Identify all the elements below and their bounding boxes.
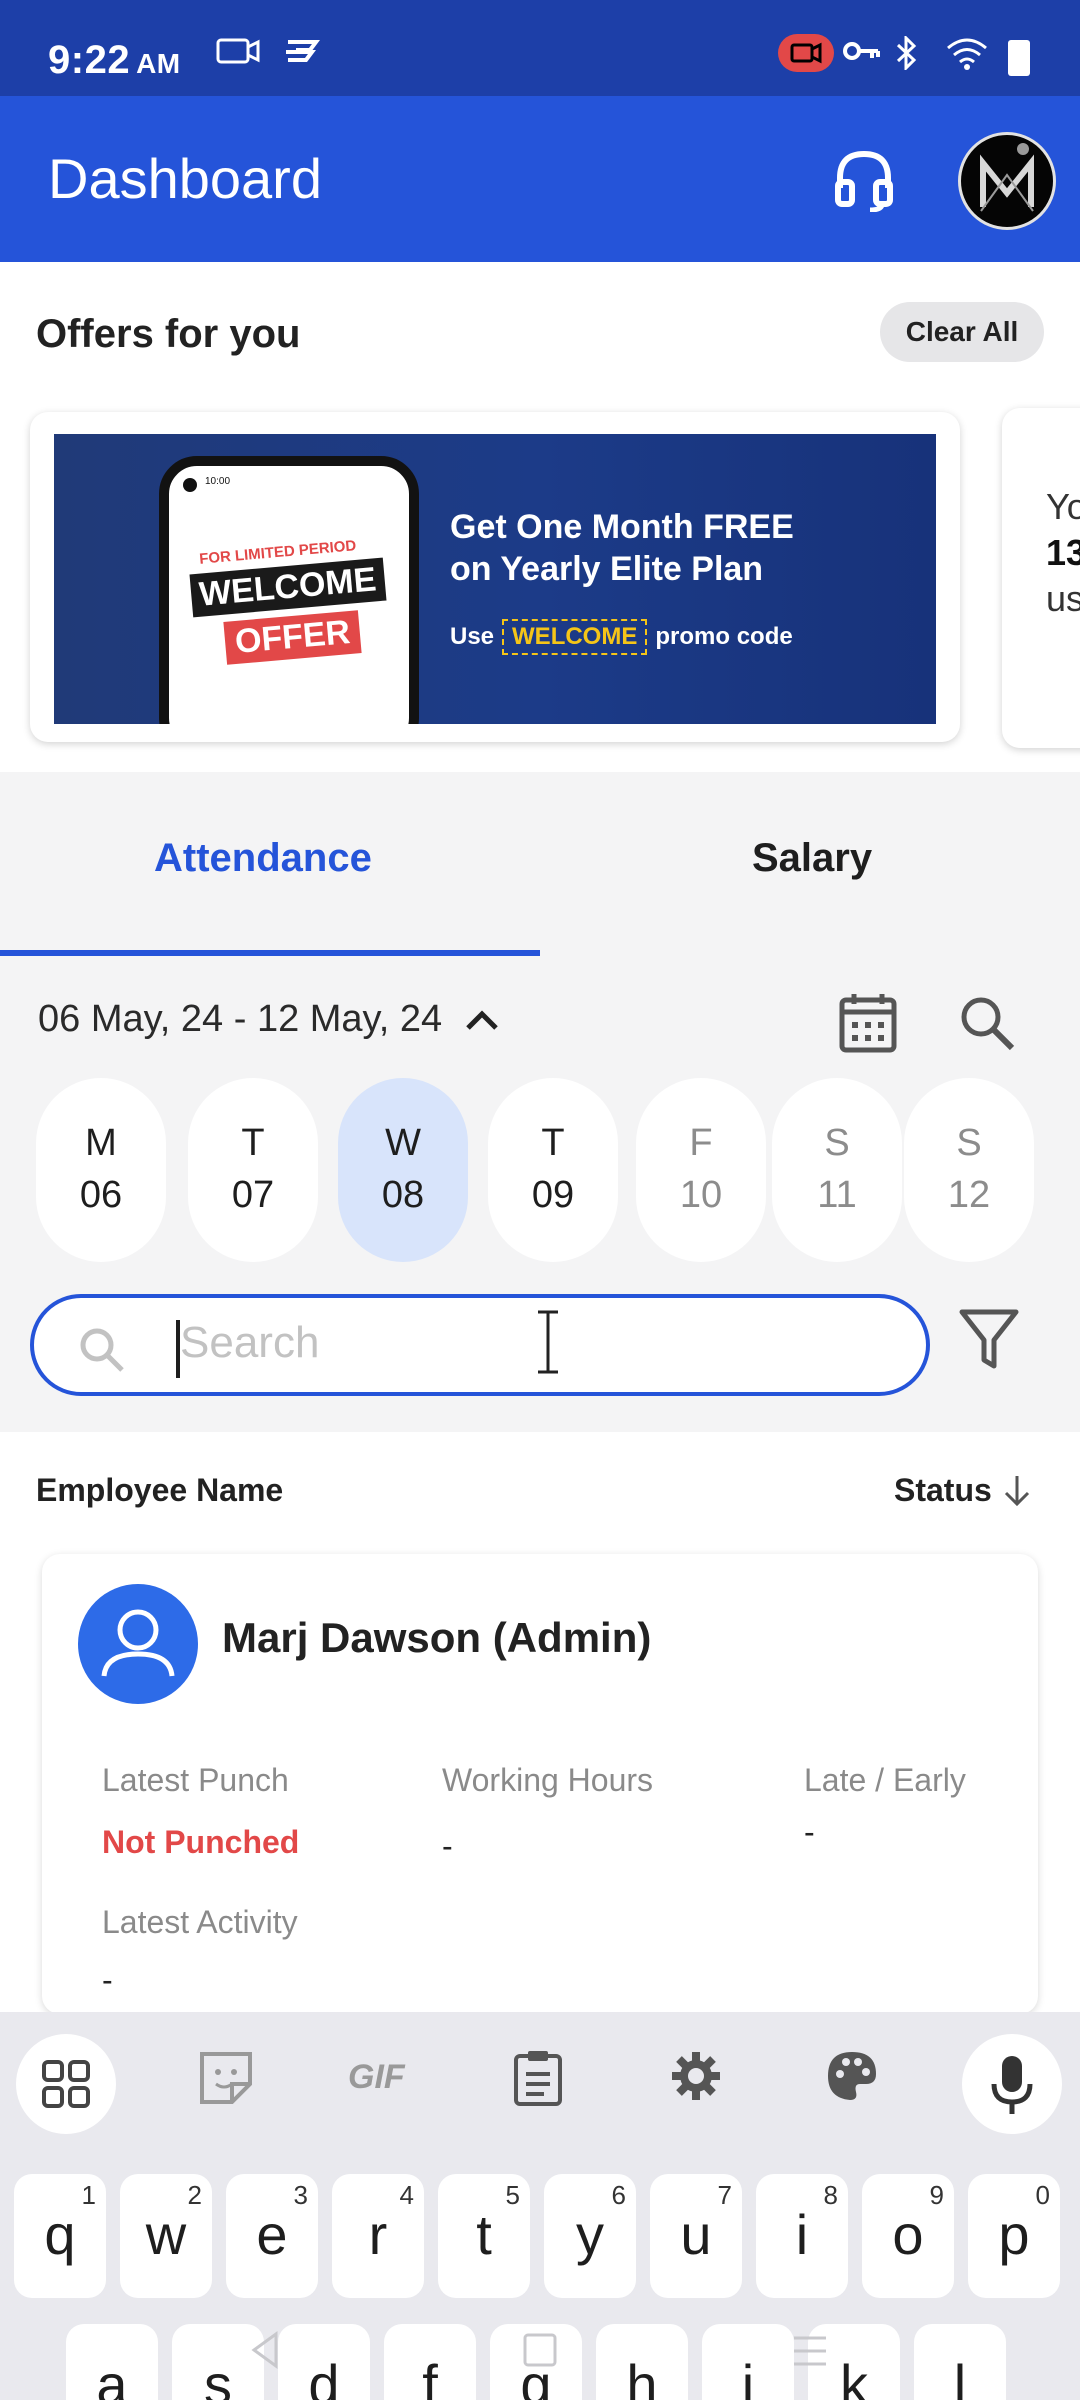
bluetooth-icon [896, 36, 917, 70]
ibeam-cursor-icon [538, 1310, 558, 1374]
calendar-icon[interactable] [838, 990, 898, 1054]
latest-activity-label: Latest Activity [102, 1904, 298, 1940]
search-placeholder: Search [180, 1318, 320, 1367]
palette-icon[interactable] [824, 2048, 880, 2104]
key-e[interactable]: 3e [226, 2174, 318, 2298]
key-y[interactable]: 6y [544, 2174, 636, 2298]
page-title: Dashboard [48, 147, 322, 210]
screen-record-icon [216, 38, 260, 64]
sticker-icon[interactable] [196, 2048, 256, 2108]
day-chip-mon[interactable]: M 06 [36, 1078, 166, 1262]
day-chip-thu[interactable]: T 09 [488, 1078, 618, 1262]
key-i[interactable]: 8i [756, 2174, 848, 2298]
key-d[interactable]: d [278, 2324, 370, 2400]
clock: 9:22 AM [48, 38, 181, 82]
offer-label: OFFER [223, 610, 362, 665]
employee-list: Employee Name Status Marj Dawson (Admin)… [0, 1432, 1080, 2014]
tab-attendance[interactable]: Attendance [154, 836, 372, 881]
clear-all-button[interactable]: Clear All [880, 302, 1044, 362]
mic-icon [991, 2056, 1033, 2114]
day-chip-tue[interactable]: T 07 [188, 1078, 318, 1262]
employee-card[interactable]: Marj Dawson (Admin) Latest Punch Not Pun… [42, 1554, 1038, 2014]
working-hours-value: - [442, 1828, 453, 1864]
day-chip-sun[interactable]: S 12 [904, 1078, 1034, 1262]
working-hours-label: Working Hours [442, 1762, 654, 1798]
clipboard-icon[interactable] [510, 2048, 566, 2108]
promo-code: WELCOME [502, 619, 648, 655]
key-q[interactable]: 1q [14, 2174, 106, 2298]
key-w[interactable]: 2w [120, 2174, 212, 2298]
support-headset-icon[interactable] [832, 148, 896, 212]
offer-card[interactable]: 10:00 FOR LIMITED PERIOD WELCOME OFFER G… [30, 412, 960, 742]
key-t[interactable]: 5t [438, 2174, 530, 2298]
profile-avatar[interactable] [958, 132, 1056, 230]
offer-banner[interactable]: 10:00 FOR LIMITED PERIOD WELCOME OFFER G… [54, 434, 936, 724]
nav-recents-icon[interactable] [790, 2334, 830, 2368]
tab-bar: Attendance Salary [0, 772, 1080, 958]
search-icon[interactable] [958, 994, 1016, 1052]
arrow-down-icon [1004, 1475, 1029, 1506]
filter-icon[interactable] [958, 1306, 1020, 1372]
text-cursor [176, 1320, 180, 1378]
date-range-text: 06 May, 24 - 12 May, 24 [38, 998, 443, 1040]
employee-name: Marj Dawson (Admin) [222, 1614, 652, 1661]
column-employee-name: Employee Name [36, 1472, 284, 1508]
welcome-label: WELCOME [189, 557, 387, 618]
apps-icon [42, 2060, 90, 2108]
offers-heading: Offers for you [36, 312, 301, 356]
latest-punch-value: Not Punched [102, 1824, 300, 1860]
camera-in-use-icon [778, 34, 834, 72]
search-field-icon [80, 1328, 124, 1372]
nav-home-icon[interactable] [522, 2332, 558, 2368]
latest-activity-value: - [102, 1962, 113, 1998]
key-a[interactable]: a [66, 2324, 158, 2400]
active-tab-indicator [0, 950, 540, 956]
date-range-selector[interactable]: 06 May, 24 - 12 May, 24 [38, 998, 500, 1041]
key-l[interactable]: l [914, 2324, 1006, 2400]
key-j[interactable]: j [702, 2324, 794, 2400]
key-p[interactable]: 0p [968, 2174, 1060, 2298]
late-early-label: Late / Early [804, 1762, 966, 1798]
nav-back-icon[interactable] [250, 2330, 280, 2370]
vpn-key-icon [843, 42, 880, 60]
app-notification-icon [286, 40, 320, 62]
soft-keyboard: GIF 1q 2w 3e 4r 5t 6y 7u 8i 9o 0p a s d … [0, 2012, 1080, 2400]
settings-icon[interactable] [668, 2048, 724, 2104]
key-u[interactable]: 7u [650, 2174, 742, 2298]
day-chip-wed[interactable]: W 08 [338, 1078, 468, 1262]
key-o[interactable]: 9o [862, 2174, 954, 2298]
promo-code-line: Use WELCOME promo code [450, 619, 793, 655]
tab-salary[interactable]: Salary [752, 836, 872, 881]
search-input[interactable]: Search [30, 1294, 930, 1396]
employee-avatar [78, 1584, 198, 1704]
gif-button[interactable]: GIF [348, 2058, 405, 2097]
chevron-up-icon [466, 1009, 498, 1030]
latest-punch-label: Latest Punch [102, 1762, 289, 1798]
key-h[interactable]: h [596, 2324, 688, 2400]
voice-input-button[interactable] [962, 2034, 1062, 2134]
battery-icon [1008, 40, 1030, 76]
day-chip-fri[interactable]: F 10 [636, 1078, 766, 1262]
app-bar: Dashboard [0, 96, 1080, 262]
wifi-icon [947, 38, 987, 70]
key-r[interactable]: 4r [332, 2174, 424, 2298]
day-chip-sat[interactable]: S 11 [772, 1078, 902, 1262]
phone-illustration: 10:00 FOR LIMITED PERIOD WELCOME OFFER [159, 456, 419, 724]
status-bar: 9:22 AM [0, 0, 1080, 96]
apps-button[interactable] [16, 2034, 116, 2134]
offer-headline: Get One Month FREE on Yearly Elite Plan [450, 508, 794, 588]
status-sort-button[interactable]: Status [894, 1472, 1032, 1509]
late-early-value: - [804, 1814, 815, 1850]
offers-section: Offers for you Clear All 10:00 FOR LIMIT… [0, 262, 1080, 772]
user-icon [101, 1609, 175, 1677]
key-f[interactable]: f [384, 2324, 476, 2400]
offer-card-next[interactable]: Yo 13 us [1002, 408, 1080, 748]
